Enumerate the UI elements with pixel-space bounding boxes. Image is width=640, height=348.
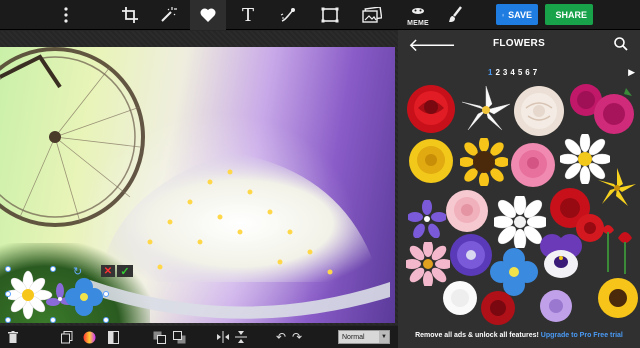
sticker-panel: 🡐 FLOWERS 1234567 ▶ Remove all ads & unl… — [398, 30, 640, 348]
page-selector: 1234567 — [488, 68, 537, 77]
sticker-white-lily[interactable] — [460, 84, 512, 136]
blend-mode-value: Normal — [342, 333, 365, 341]
blend-mode-select[interactable]: Normal ▼ — [338, 330, 390, 344]
paint-brush-icon[interactable] — [438, 0, 474, 30]
sticker-pansy[interactable] — [538, 232, 584, 280]
trash-icon[interactable] — [4, 328, 22, 346]
redo-icon[interactable]: ↷ — [288, 328, 306, 346]
duplicate-icon[interactable] — [58, 328, 76, 346]
resize-handle-bottom-right[interactable] — [103, 317, 109, 323]
next-page-icon[interactable]: ▶ — [628, 67, 635, 78]
crop-icon[interactable] — [112, 0, 148, 30]
share-button[interactable]: SHARE — [545, 4, 593, 25]
editor-canvas[interactable]: ↻ ✕ ✓ — [0, 31, 398, 325]
resize-handle-bottom[interactable] — [50, 317, 56, 323]
sticker-yellow-rose[interactable] — [408, 138, 454, 184]
sticker-light-pink-rose[interactable] — [444, 188, 490, 234]
rotate-handle-icon[interactable]: ↻ — [73, 265, 82, 278]
sticker-sunflower[interactable] — [460, 138, 508, 186]
sticker-sunflower-small[interactable] — [596, 276, 640, 320]
more-menu-icon[interactable] — [48, 0, 84, 30]
magic-wand-icon[interactable] — [150, 0, 186, 30]
confirm-sticker-icon[interactable]: ✓ — [117, 265, 133, 278]
sticker-pink-roses[interactable] — [566, 82, 636, 140]
search-icon[interactable] — [614, 37, 628, 51]
sticker-purple-aster[interactable] — [448, 232, 494, 278]
add-photo-icon[interactable] — [354, 0, 390, 30]
frame-icon[interactable] — [312, 0, 348, 30]
page-number[interactable]: 4 — [510, 68, 514, 77]
bring-forward-icon[interactable] — [150, 328, 168, 346]
draw-icon[interactable] — [270, 0, 306, 30]
sticker-lilac[interactable] — [536, 286, 576, 326]
download-icon — [502, 13, 505, 16]
sticker-pink-rose[interactable] — [510, 140, 556, 190]
resize-handle-left[interactable] — [5, 291, 11, 297]
page-number[interactable]: 5 — [518, 68, 522, 77]
selected-sticker[interactable] — [3, 266, 109, 323]
resize-handle-bottom-left[interactable] — [5, 317, 11, 323]
delete-sticker-icon[interactable]: ✕ — [101, 265, 115, 277]
promo-banner[interactable]: Remove all ads & unlock all features! Up… — [398, 332, 640, 339]
color-picker-icon[interactable] — [80, 328, 98, 346]
app-window: T MEME SAVE SHARE ↻ ✕ ✓ ↶ ↷ Normal ▼ 🡐 F… — [0, 0, 640, 348]
free-trial-link[interactable]: Free trial — [593, 332, 623, 339]
sticker-flowers-graphic — [3, 270, 103, 320]
text-tool-label: T — [241, 4, 254, 26]
panel-title: FLOWERS — [492, 38, 546, 49]
heart-icon[interactable] — [190, 0, 226, 30]
resize-handle-top-left[interactable] — [5, 266, 11, 272]
save-button[interactable]: SAVE — [496, 4, 538, 25]
sticker-red-tulips[interactable] — [594, 220, 638, 280]
resize-handle-top[interactable] — [50, 266, 56, 272]
send-backward-icon[interactable] — [170, 328, 188, 346]
page-number[interactable]: 7 — [533, 68, 537, 77]
sticker-purple-periwinkle[interactable] — [408, 200, 446, 238]
page-number[interactable]: 6 — [525, 68, 529, 77]
share-label: SHARE — [555, 9, 587, 20]
opacity-icon[interactable] — [104, 328, 122, 346]
text-tool-icon[interactable]: T — [230, 0, 266, 30]
page-number[interactable]: 2 — [495, 68, 499, 77]
chevron-down-icon: ▼ — [379, 331, 389, 343]
save-label: SAVE — [508, 9, 532, 20]
meme-button[interactable]: MEME — [400, 0, 436, 30]
sticker-red-rose[interactable] — [404, 82, 458, 136]
bottom-toolbar: ↶ ↷ Normal ▼ — [0, 326, 398, 348]
resize-handle-right[interactable] — [103, 291, 109, 297]
sticker-dark-red-rose[interactable] — [478, 288, 518, 328]
upgrade-link[interactable]: Upgrade to Pro — [541, 332, 592, 339]
daisy-basket-graphic — [90, 152, 390, 319]
sticker-white-flower[interactable] — [440, 278, 480, 318]
flip-horizontal-icon[interactable] — [214, 328, 232, 346]
page-number[interactable]: 3 — [503, 68, 507, 77]
flip-vertical-icon[interactable] — [232, 328, 250, 346]
page-number[interactable]: 1 — [488, 68, 492, 77]
sticker-white-peony[interactable] — [512, 84, 566, 138]
promo-text: Remove all ads & unlock all features! — [415, 332, 539, 339]
sticker-grid — [398, 82, 640, 348]
meme-label: MEME — [407, 19, 429, 27]
top-toolbar: T MEME SAVE SHARE — [0, 0, 640, 30]
